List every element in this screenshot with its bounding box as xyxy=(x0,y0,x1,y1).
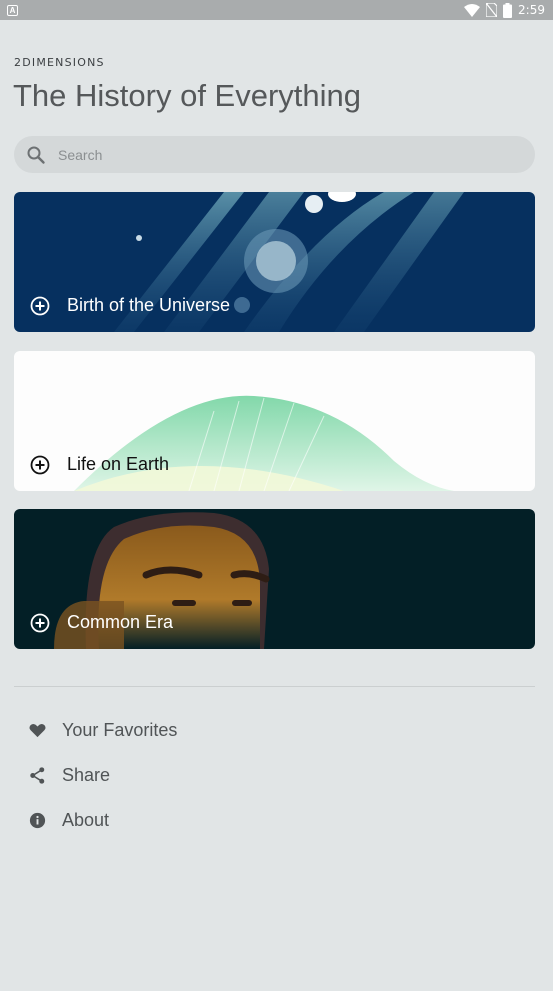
search-input[interactable] xyxy=(58,146,498,163)
notification-app-icon: A xyxy=(7,4,18,16)
page-title: The History of Everything xyxy=(13,78,362,113)
wifi-icon xyxy=(464,3,481,17)
menu-item-about[interactable]: About xyxy=(28,805,109,835)
era-card-label: Life on Earth xyxy=(67,454,170,474)
search-bar[interactable] xyxy=(14,136,535,173)
era-card-label: Common Era xyxy=(67,612,174,632)
search-icon xyxy=(27,146,45,164)
add-circle-icon xyxy=(30,296,50,315)
menu-item-favorites[interactable]: Your Favorites xyxy=(28,715,177,745)
era-card-life-on-earth[interactable]: Life on Earth xyxy=(14,351,535,491)
era-card-common-era[interactable]: Common Era xyxy=(14,509,535,649)
menu-item-label: About xyxy=(62,809,110,830)
battery-icon xyxy=(503,2,513,18)
menu-item-label: Your Favorites xyxy=(62,719,178,740)
era-card-label: Birth of the Universe xyxy=(67,295,231,315)
heart-icon xyxy=(29,723,46,737)
brand-logo: 2DIMENSIONS xyxy=(14,56,105,69)
add-circle-icon xyxy=(30,613,50,632)
era-card-birth-of-universe[interactable]: Birth of the Universe xyxy=(14,192,535,332)
info-icon xyxy=(29,812,46,828)
add-circle-icon xyxy=(30,455,50,474)
menu-item-share[interactable]: Share xyxy=(28,760,110,790)
menu-item-label: Share xyxy=(62,764,111,785)
divider xyxy=(14,686,535,687)
clock: 2:59 xyxy=(518,3,545,17)
no-sim-icon xyxy=(486,3,498,17)
status-bar: A 2:59 xyxy=(0,0,553,20)
share-icon xyxy=(30,766,45,784)
